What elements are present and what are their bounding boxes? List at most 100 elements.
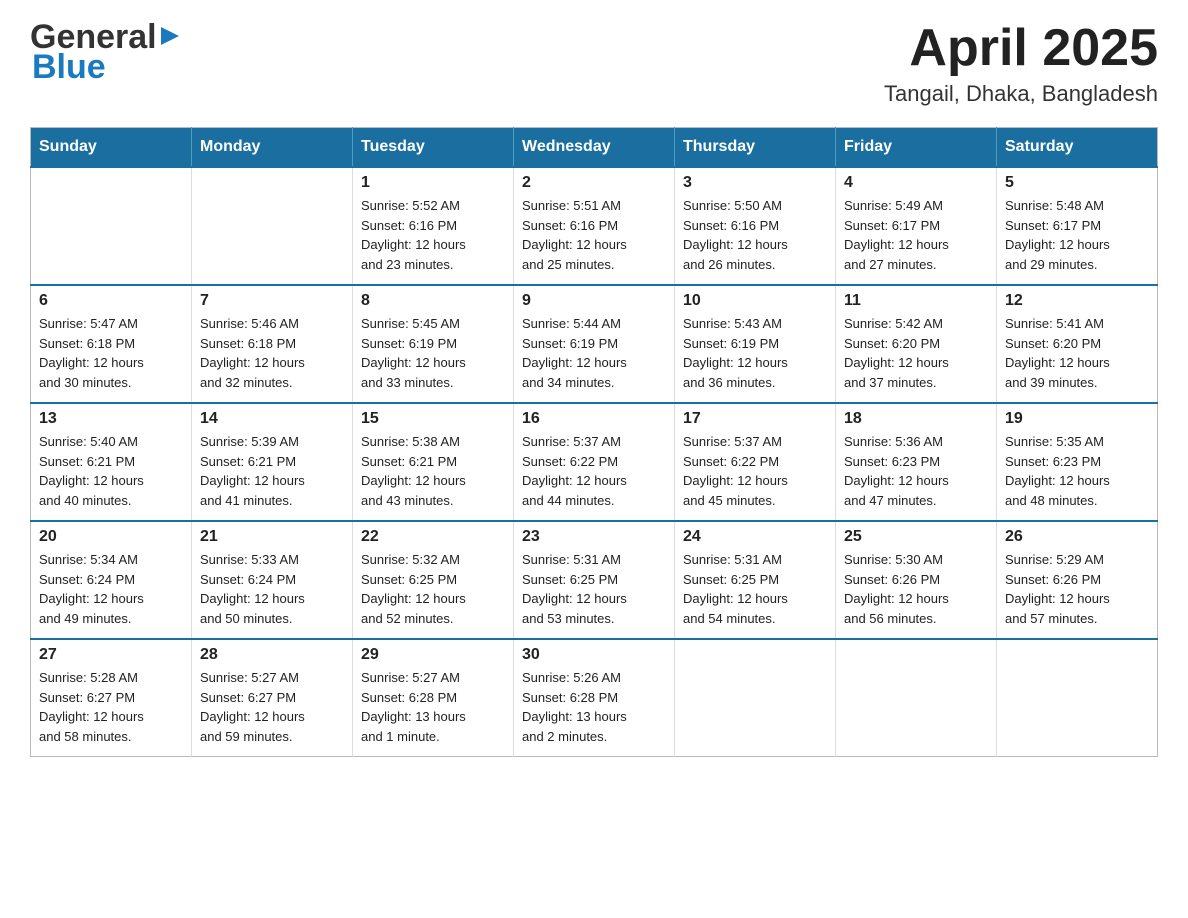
calendar-cell-w2-d7: 12Sunrise: 5:41 AMSunset: 6:20 PMDayligh… bbox=[997, 285, 1158, 403]
day-number: 18 bbox=[844, 410, 988, 428]
day-info: Sunrise: 5:27 AMSunset: 6:27 PMDaylight:… bbox=[200, 668, 344, 746]
day-info: Sunrise: 5:50 AMSunset: 6:16 PMDaylight:… bbox=[683, 196, 827, 274]
calendar-cell-w1-d3: 1 Sunrise: 5:52 AMSunset: 6:16 PMDaylight… bbox=[353, 167, 514, 285]
day-info: Sunrise: 5:51 AMSunset: 6:16 PMDaylight:… bbox=[522, 196, 666, 274]
day-info: Sunrise: 5:39 AMSunset: 6:21 PMDaylight:… bbox=[200, 432, 344, 510]
col-thursday: Thursday bbox=[675, 128, 836, 168]
calendar-cell-w3-d2: 14 Sunrise: 5:39 AMSunset: 6:21 PMDayligh… bbox=[192, 403, 353, 521]
day-info: Sunrise: 5:45 AMSunset: 6:19 PMDaylight:… bbox=[361, 314, 505, 392]
calendar-cell-w5-d7 bbox=[997, 639, 1158, 757]
col-wednesday: Wednesday bbox=[514, 128, 675, 168]
day-number: 6 bbox=[39, 292, 183, 310]
location-title: Tangail, Dhaka, Bangladesh bbox=[884, 81, 1158, 107]
calendar-cell-w4-d1: 20 Sunrise: 5:34 AMSunset: 6:24 PMDayligh… bbox=[31, 521, 192, 639]
day-info: Sunrise: 5:35 AMSunset: 6:23 PMDaylight:… bbox=[1005, 432, 1149, 510]
calendar-cell-w5-d3: 29Sunrise: 5:27 AMSunset: 6:28 PMDayligh… bbox=[353, 639, 514, 757]
calendar-cell-w1-d4: 2 Sunrise: 5:51 AMSunset: 6:16 PMDaylight… bbox=[514, 167, 675, 285]
day-number: 16 bbox=[522, 410, 666, 428]
day-info: Sunrise: 5:30 AMSunset: 6:26 PMDaylight:… bbox=[844, 550, 988, 628]
calendar-cell-w1-d6: 4Sunrise: 5:49 AMSunset: 6:17 PMDaylight… bbox=[836, 167, 997, 285]
day-info: Sunrise: 5:47 AMSunset: 6:18 PMDaylight:… bbox=[39, 314, 183, 392]
day-number: 29 bbox=[361, 646, 505, 664]
day-info: Sunrise: 5:52 AMSunset: 6:16 PMDaylight:… bbox=[361, 196, 505, 274]
calendar-cell-w4-d5: 24 Sunrise: 5:31 AMSunset: 6:25 PMDayligh… bbox=[675, 521, 836, 639]
calendar-cell-w1-d5: 3 Sunrise: 5:50 AMSunset: 6:16 PMDaylight… bbox=[675, 167, 836, 285]
calendar-cell-w4-d6: 25 Sunrise: 5:30 AMSunset: 6:26 PMDayligh… bbox=[836, 521, 997, 639]
logo-blue-text: Blue bbox=[32, 50, 106, 84]
day-number: 4 bbox=[844, 174, 988, 192]
calendar-cell-w2-d2: 7 Sunrise: 5:46 AMSunset: 6:18 PMDaylight… bbox=[192, 285, 353, 403]
day-info: Sunrise: 5:31 AMSunset: 6:25 PMDaylight:… bbox=[522, 550, 666, 628]
day-number: 10 bbox=[683, 292, 827, 310]
day-number: 1 bbox=[361, 174, 505, 192]
calendar-cell-w2-d6: 11 Sunrise: 5:42 AMSunset: 6:20 PMDayligh… bbox=[836, 285, 997, 403]
day-info: Sunrise: 5:29 AMSunset: 6:26 PMDaylight:… bbox=[1005, 550, 1149, 628]
day-info: Sunrise: 5:37 AMSunset: 6:22 PMDaylight:… bbox=[683, 432, 827, 510]
calendar-cell-w3-d5: 17Sunrise: 5:37 AMSunset: 6:22 PMDayligh… bbox=[675, 403, 836, 521]
calendar-cell-w3-d1: 13 Sunrise: 5:40 AMSunset: 6:21 PMDayligh… bbox=[31, 403, 192, 521]
calendar-cell-w1-d2 bbox=[192, 167, 353, 285]
calendar-cell-w4-d4: 23 Sunrise: 5:31 AMSunset: 6:25 PMDayligh… bbox=[514, 521, 675, 639]
calendar-week-2: 6 Sunrise: 5:47 AMSunset: 6:18 PMDaylight… bbox=[31, 285, 1158, 403]
day-number: 8 bbox=[361, 292, 505, 310]
calendar-cell-w3-d3: 15 Sunrise: 5:38 AMSunset: 6:21 PMDayligh… bbox=[353, 403, 514, 521]
day-number: 9 bbox=[522, 292, 666, 310]
logo-triangle-icon bbox=[159, 25, 181, 47]
calendar-cell-w5-d2: 28 Sunrise: 5:27 AMSunset: 6:27 PMDayligh… bbox=[192, 639, 353, 757]
day-number: 28 bbox=[200, 646, 344, 664]
day-number: 14 bbox=[200, 410, 344, 428]
day-info: Sunrise: 5:26 AMSunset: 6:28 PMDaylight:… bbox=[522, 668, 666, 746]
day-info: Sunrise: 5:33 AMSunset: 6:24 PMDaylight:… bbox=[200, 550, 344, 628]
calendar-week-4: 20 Sunrise: 5:34 AMSunset: 6:24 PMDayligh… bbox=[31, 521, 1158, 639]
day-info: Sunrise: 5:38 AMSunset: 6:21 PMDaylight:… bbox=[361, 432, 505, 510]
calendar-cell-w5-d1: 27 Sunrise: 5:28 AMSunset: 6:27 PMDayligh… bbox=[31, 639, 192, 757]
day-number: 7 bbox=[200, 292, 344, 310]
day-info: Sunrise: 5:48 AMSunset: 6:17 PMDaylight:… bbox=[1005, 196, 1149, 274]
calendar-cell-w5-d5 bbox=[675, 639, 836, 757]
day-number: 15 bbox=[361, 410, 505, 428]
day-number: 2 bbox=[522, 174, 666, 192]
day-number: 21 bbox=[200, 528, 344, 546]
calendar-week-5: 27 Sunrise: 5:28 AMSunset: 6:27 PMDayligh… bbox=[31, 639, 1158, 757]
logo: General Blue bbox=[30, 20, 181, 84]
calendar-cell-w2-d4: 9 Sunrise: 5:44 AMSunset: 6:19 PMDaylight… bbox=[514, 285, 675, 403]
day-info: Sunrise: 5:46 AMSunset: 6:18 PMDaylight:… bbox=[200, 314, 344, 392]
col-friday: Friday bbox=[836, 128, 997, 168]
calendar-cell-w2-d5: 10 Sunrise: 5:43 AMSunset: 6:19 PMDayligh… bbox=[675, 285, 836, 403]
calendar-cell-w3-d4: 16 Sunrise: 5:37 AMSunset: 6:22 PMDayligh… bbox=[514, 403, 675, 521]
day-number: 23 bbox=[522, 528, 666, 546]
day-info: Sunrise: 5:44 AMSunset: 6:19 PMDaylight:… bbox=[522, 314, 666, 392]
day-number: 11 bbox=[844, 292, 988, 310]
calendar-cell-w3-d6: 18Sunrise: 5:36 AMSunset: 6:23 PMDayligh… bbox=[836, 403, 997, 521]
calendar-table: Sunday Monday Tuesday Wednesday Thursday… bbox=[30, 127, 1158, 757]
col-saturday: Saturday bbox=[997, 128, 1158, 168]
calendar-cell-w1-d7: 5 Sunrise: 5:48 AMSunset: 6:17 PMDaylight… bbox=[997, 167, 1158, 285]
day-number: 19 bbox=[1005, 410, 1149, 428]
calendar-cell-w5-d4: 30Sunrise: 5:26 AMSunset: 6:28 PMDayligh… bbox=[514, 639, 675, 757]
calendar-cell-w4-d2: 21 Sunrise: 5:33 AMSunset: 6:24 PMDayligh… bbox=[192, 521, 353, 639]
day-info: Sunrise: 5:42 AMSunset: 6:20 PMDaylight:… bbox=[844, 314, 988, 392]
calendar-cell-w5-d6 bbox=[836, 639, 997, 757]
day-info: Sunrise: 5:31 AMSunset: 6:25 PMDaylight:… bbox=[683, 550, 827, 628]
day-number: 13 bbox=[39, 410, 183, 428]
day-number: 24 bbox=[683, 528, 827, 546]
calendar-week-3: 13 Sunrise: 5:40 AMSunset: 6:21 PMDayligh… bbox=[31, 403, 1158, 521]
day-info: Sunrise: 5:40 AMSunset: 6:21 PMDaylight:… bbox=[39, 432, 183, 510]
calendar-cell-w2-d1: 6 Sunrise: 5:47 AMSunset: 6:18 PMDaylight… bbox=[31, 285, 192, 403]
calendar-header-row: Sunday Monday Tuesday Wednesday Thursday… bbox=[31, 128, 1158, 168]
day-info: Sunrise: 5:28 AMSunset: 6:27 PMDaylight:… bbox=[39, 668, 183, 746]
calendar-cell-w1-d1 bbox=[31, 167, 192, 285]
day-number: 25 bbox=[844, 528, 988, 546]
day-number: 3 bbox=[683, 174, 827, 192]
day-info: Sunrise: 5:43 AMSunset: 6:19 PMDaylight:… bbox=[683, 314, 827, 392]
day-info: Sunrise: 5:37 AMSunset: 6:22 PMDaylight:… bbox=[522, 432, 666, 510]
day-number: 5 bbox=[1005, 174, 1149, 192]
col-sunday: Sunday bbox=[31, 128, 192, 168]
day-info: Sunrise: 5:41 AMSunset: 6:20 PMDaylight:… bbox=[1005, 314, 1149, 392]
month-year-title: April 2025 bbox=[884, 20, 1158, 77]
day-info: Sunrise: 5:34 AMSunset: 6:24 PMDaylight:… bbox=[39, 550, 183, 628]
day-number: 27 bbox=[39, 646, 183, 664]
day-info: Sunrise: 5:32 AMSunset: 6:25 PMDaylight:… bbox=[361, 550, 505, 628]
calendar-cell-w2-d3: 8 Sunrise: 5:45 AMSunset: 6:19 PMDaylight… bbox=[353, 285, 514, 403]
day-number: 20 bbox=[39, 528, 183, 546]
